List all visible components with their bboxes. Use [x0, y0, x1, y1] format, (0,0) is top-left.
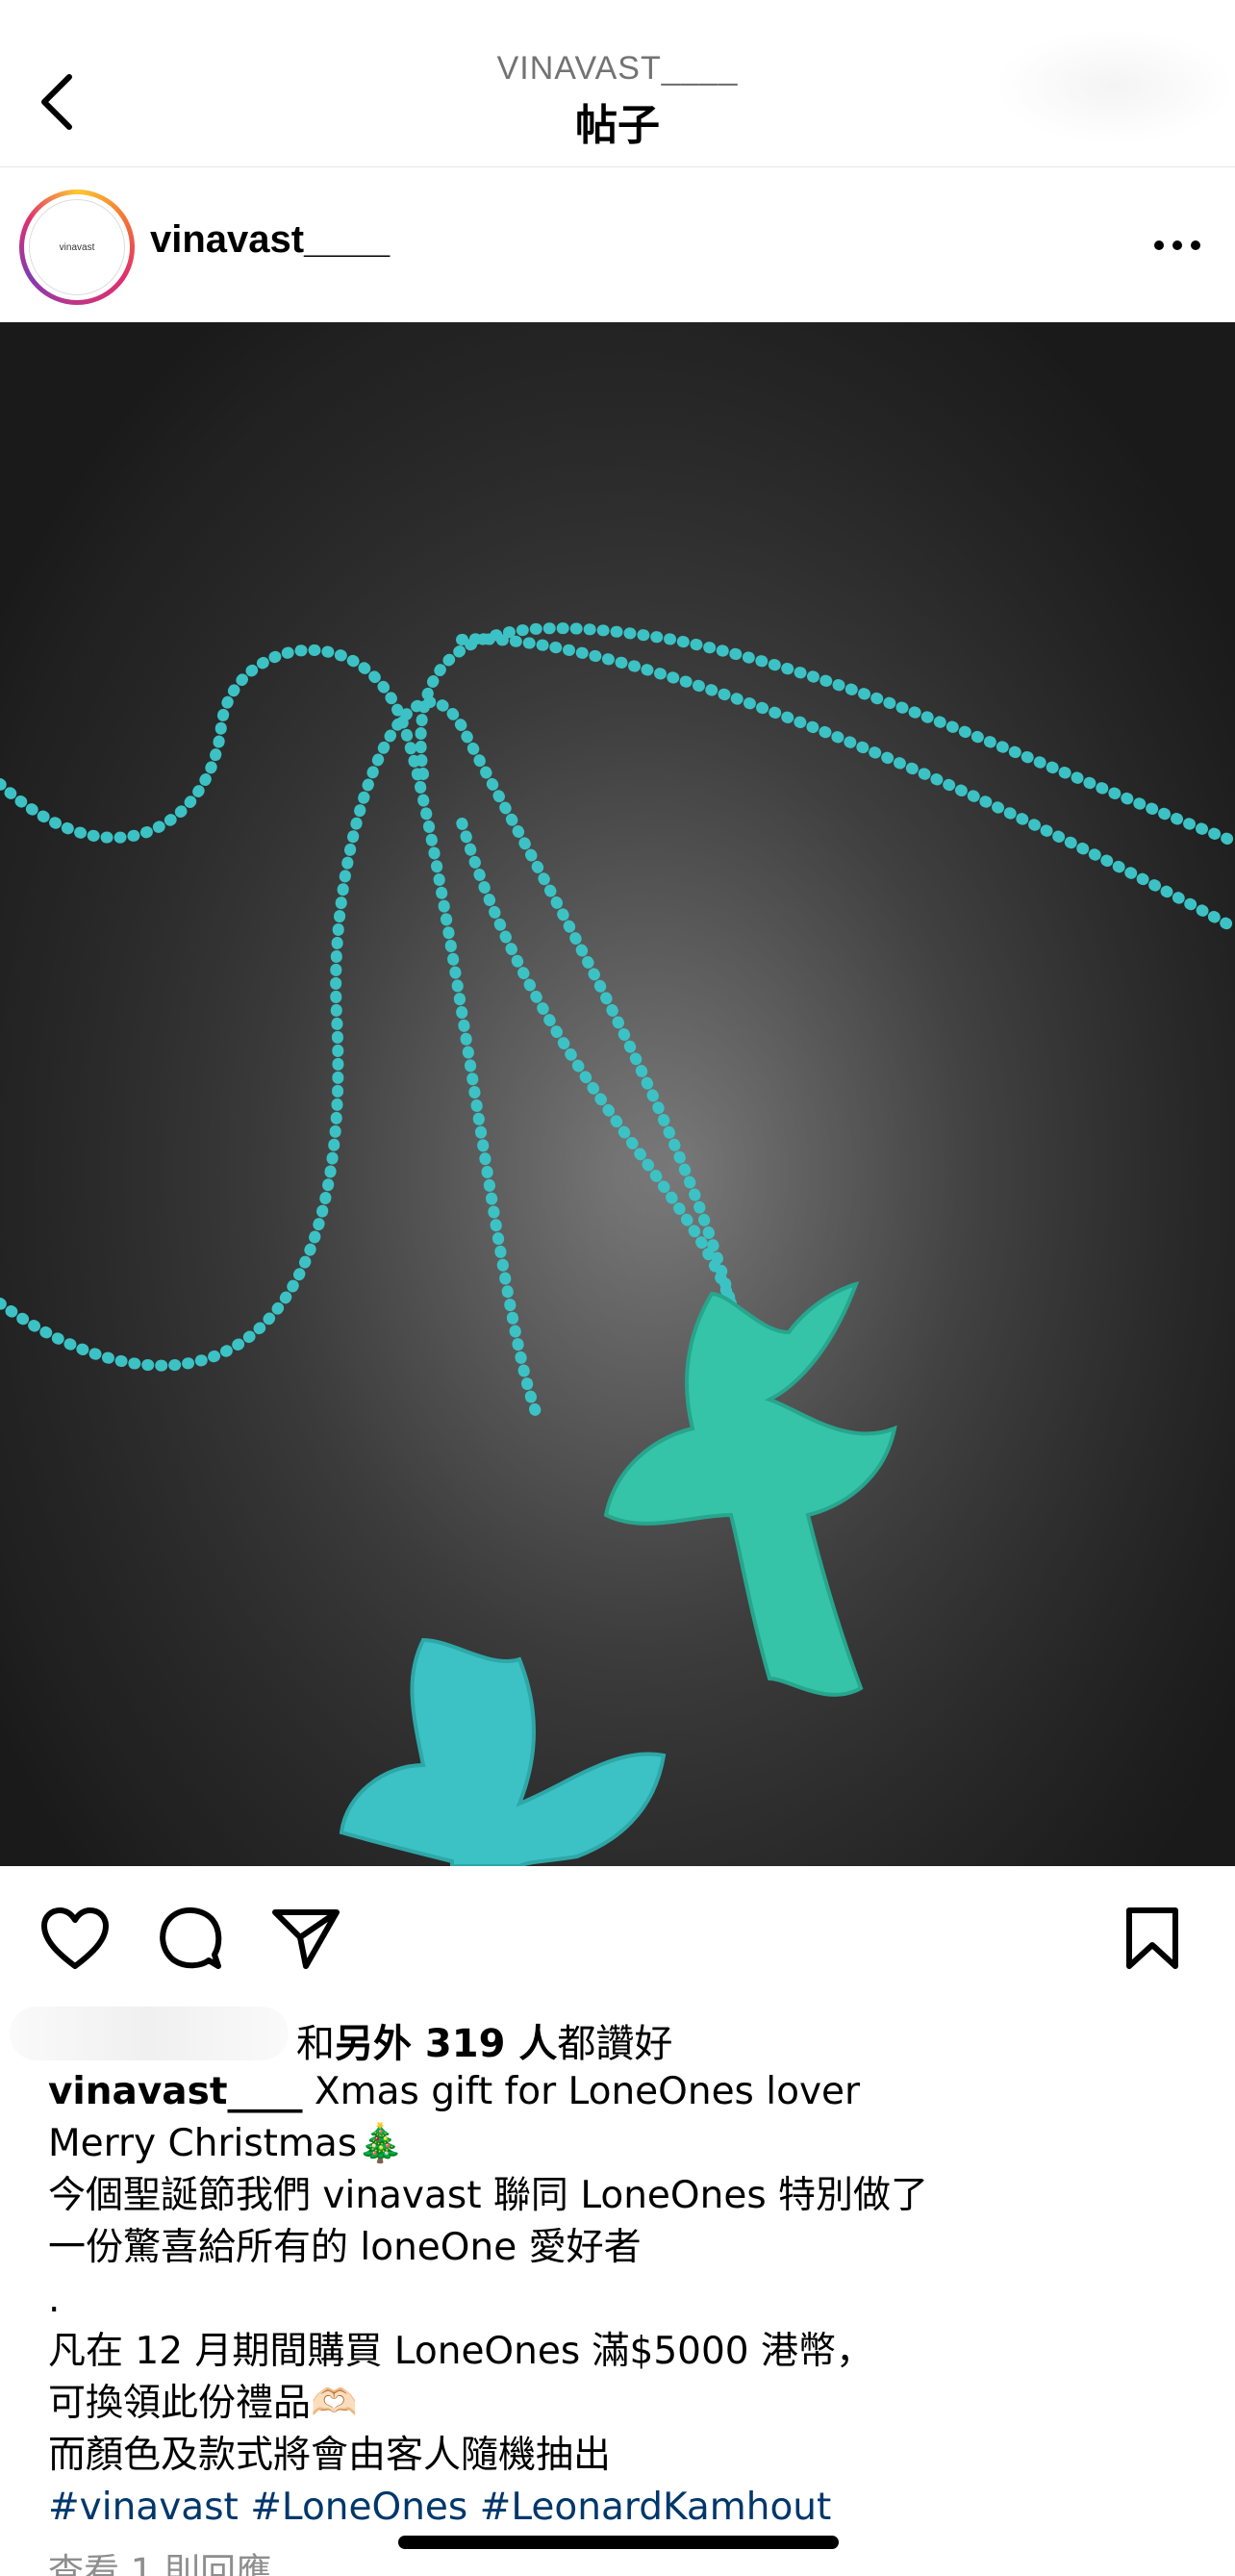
comment-button[interactable] [152, 1900, 229, 1977]
author-username[interactable]: vinavast____ [150, 218, 390, 262]
avatar: vinavast [29, 199, 125, 295]
story-ring[interactable]: vinavast [19, 189, 135, 305]
save-button[interactable] [1114, 1900, 1191, 1977]
hashtags-line: #vinavast #LoneOnes #LeonardKamhout [48, 2482, 1202, 2534]
likes-row[interactable]: 和另外 319 人都讚好 [0, 2001, 1235, 2068]
post-caption: vinavast____ Xmas gift for LoneOnes love… [48, 2066, 1202, 2534]
header-blur-area [995, 29, 1235, 144]
top-nav-bar: VINAVAST____ 帖子 [0, 0, 1235, 167]
hashtag-link[interactable]: #vinavast [48, 2486, 239, 2529]
necklace-illustration [0, 322, 1235, 1866]
caption-line: . [48, 2278, 61, 2321]
heart-icon [41, 1907, 109, 1969]
view-comments-link[interactable]: 查看 1 則回應 [48, 2542, 271, 2576]
send-icon [272, 1909, 340, 1969]
caption-username[interactable]: vinavast____ [48, 2070, 302, 2113]
liked-by-blurred [10, 2007, 289, 2060]
caption-line: 可換領此份禮品🫶🏻 [48, 2382, 358, 2425]
hashtag-link[interactable]: #LeonardKamhout [480, 2486, 832, 2529]
caption-line: 而顏色及款式將會由客人隨機抽出 [48, 2434, 612, 2477]
comment-icon [160, 1907, 222, 1969]
likes-suffix: 都讚好 [557, 2022, 673, 2066]
likes-summary: 和另外 319 人都讚好 [296, 2012, 672, 2068]
caption-line: 一份驚喜給所有的 loneOne 愛好者 [48, 2226, 642, 2269]
likes-count: 另外 319 人 [335, 2022, 558, 2066]
post-action-bar [0, 1866, 1235, 2001]
caption-line: Merry Christmas🎄 [48, 2122, 404, 2165]
hashtag-link[interactable]: #LoneOnes [250, 2486, 467, 2529]
share-button[interactable] [267, 1900, 344, 1977]
post-photo[interactable] [0, 322, 1235, 1866]
home-indicator[interactable] [398, 2536, 839, 2549]
like-button[interactable] [37, 1900, 113, 1977]
more-horizontal-icon [1154, 240, 1200, 250]
caption-line: 凡在 12 月期間購買 LoneOnes 滿$5000 港幣， [48, 2330, 874, 2373]
bookmark-icon [1126, 1907, 1178, 1969]
more-options-button[interactable] [1148, 221, 1206, 269]
caption-line: Xmas gift for LoneOnes lover [302, 2070, 861, 2113]
caption-line: 今個聖誕節我們 vinavast 聯同 LoneOnes 特別做了 [48, 2174, 929, 2217]
likes-prefix: 和 [296, 2022, 335, 2066]
post-author-row: vinavast vinavast____ [0, 168, 1235, 322]
